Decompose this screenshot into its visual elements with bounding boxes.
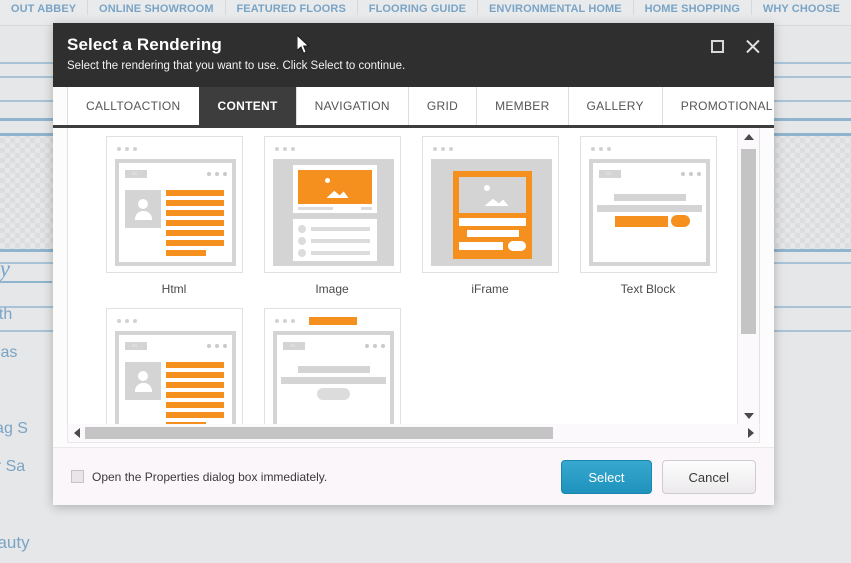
rendering-item-5[interactable] [95,308,253,424]
maximize-icon [710,39,724,53]
window-dots-icon [432,147,453,151]
rendering-list-panel: Html Image iFrame Text Block [67,128,760,424]
rendering-thumbnail-textblock [579,136,717,273]
triangle-left-icon [73,428,80,438]
dialog-footer: Open the Properties dialog box immediate… [53,447,774,505]
nav-item-1[interactable]: ONLINE SHOWROOM [88,0,226,15]
scroll-down-button[interactable] [738,407,759,424]
nav-item-2[interactable]: FEATURED FLOORS [226,0,358,15]
rendering-thumbnail-image [263,136,401,273]
rendering-label-iframe: iFrame [471,282,509,296]
avatar-placeholder [124,190,161,228]
menu-dots-icon [364,344,385,348]
menu-dots-icon [680,172,701,176]
rendering-label-html: Html [161,282,187,296]
rendering-thumbnail-grid: Html Image iFrame Text Block [95,136,737,424]
rendering-thumbnail-5 [105,308,243,424]
nav-item-4[interactable]: ENVIRONMENTAL HOME [478,0,634,15]
image-placeholder [297,170,372,204]
rendering-item-image[interactable]: Image [253,136,411,296]
scroll-left-button[interactable] [69,424,84,442]
dialog-title: Select a Rendering [67,35,222,54]
horizontal-scrollbar-thumb[interactable] [85,427,553,439]
vertical-scrollbar-thumb[interactable] [741,149,756,334]
window-dots-icon [274,319,295,323]
rendering-label-textblock: Text Block [620,282,676,296]
window-dots-icon [590,147,611,151]
triangle-down-icon [743,412,754,419]
nav-item-5[interactable]: HOME SHOPPING [634,0,752,15]
menu-dots-icon [206,344,227,348]
select-button[interactable]: Select [561,459,652,494]
tab-content[interactable]: CONTENT [198,87,297,125]
menu-dots-icon [206,172,227,176]
rendering-thumbnail-6 [263,308,401,424]
vertical-scrollbar[interactable] [737,128,759,424]
window-controls [706,35,764,57]
maximize-button[interactable] [706,35,728,57]
rendering-thumbnail-html [105,136,243,273]
background-link-0[interactable]: mith [0,306,12,324]
close-button[interactable] [742,35,764,57]
select-rendering-dialog: Select a Rendering Select the rendering … [53,23,774,505]
background-link-3[interactable]: over Sa [0,458,25,476]
close-icon [745,38,762,55]
tab-promotional[interactable]: PROMOTIONAL [661,87,774,125]
open-properties-checkbox[interactable] [71,470,84,483]
rendering-item-6[interactable] [253,308,411,424]
tab-calltoaction[interactable]: CALLTOACTION [67,87,200,125]
dialog-subtitle: Select the rendering that you want to us… [67,60,406,72]
nav-item-3[interactable]: FLOORING GUIDE [358,0,479,15]
background-link-4[interactable]: eauty [0,533,30,553]
scroll-right-button[interactable] [743,424,758,442]
rendering-thumbnail-iframe [421,136,559,273]
tab-gallery[interactable]: GALLERY [567,87,663,125]
horizontal-scrollbar[interactable] [67,424,760,443]
background-heading-rule-top [0,250,52,252]
background-link-2[interactable]: d Tag S [0,420,28,438]
rendering-item-iframe[interactable]: iFrame [411,136,569,296]
triangle-up-icon [743,133,754,140]
background-link-1[interactable]: owcas [0,344,17,362]
window-dots-icon [116,147,137,151]
background-heading: bey [0,256,10,281]
window-dots-icon [116,319,137,323]
rendering-category-tabs[interactable]: CALLTOACTION CONTENT NAVIGATION GRID MEM… [53,87,774,128]
window-dots-icon [274,147,295,151]
dialog-titlebar: Select a Rendering Select the rendering … [53,23,774,87]
open-properties-label: Open the Properties dialog box immediate… [92,469,328,484]
cancel-button[interactable]: Cancel [661,459,756,494]
dialog-action-buttons: Select Cancel [561,459,756,494]
triangle-right-icon [747,428,754,438]
scroll-up-button[interactable] [738,128,759,145]
rendering-item-html[interactable]: Html [95,136,253,296]
nav-item-6[interactable]: WHY CHOOSE [752,0,851,15]
rendering-thumbnail-scroll-area: Html Image iFrame Text Block [68,128,737,424]
tab-grid[interactable]: GRID [407,87,478,125]
rendering-item-textblock[interactable]: Text Block [569,136,727,296]
tab-member[interactable]: MEMBER [476,87,569,125]
rendering-label-image: Image [315,282,349,296]
tab-navigation[interactable]: NAVIGATION [295,87,409,125]
open-properties-checkbox-row[interactable]: Open the Properties dialog box immediate… [71,470,327,484]
nav-item-0[interactable]: OUT ABBEY [0,0,89,15]
